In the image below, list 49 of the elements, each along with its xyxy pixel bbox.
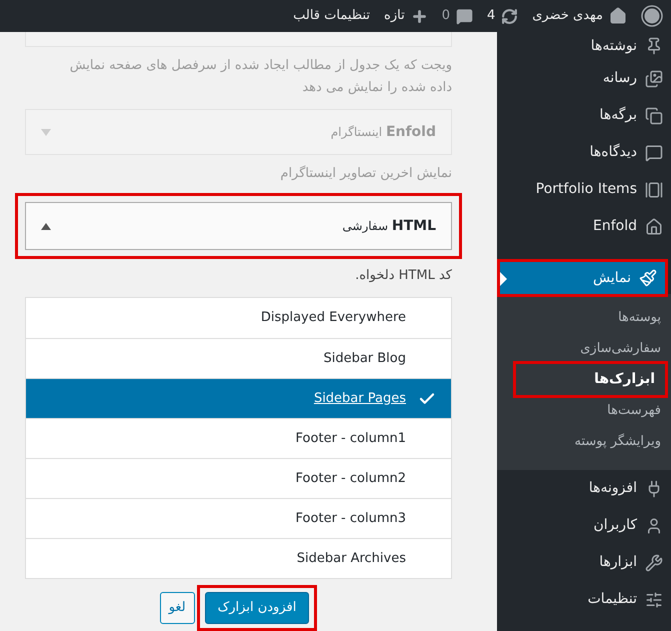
sidebar-option[interactable]: Sidebar Pages — [26, 378, 451, 418]
widget-description: کد HTML دلخواه. — [354, 267, 452, 285]
menu-item[interactable]: Portfolio Items — [497, 171, 671, 208]
new-link[interactable]: تازه — [384, 6, 428, 26]
pin-icon — [645, 37, 663, 55]
home-icon — [609, 7, 627, 25]
sidebar-option[interactable]: Footer - column1 — [26, 418, 451, 458]
menu-item[interactable]: نوشته‌ها — [497, 32, 671, 60]
comments-link[interactable]: 0 — [442, 6, 473, 26]
sliders-icon — [645, 590, 663, 608]
gallery-icon — [645, 180, 663, 198]
add-widget-button[interactable]: افزودن ابزارک — [204, 592, 310, 624]
sidebar-option[interactable]: Footer - column3 — [26, 498, 451, 538]
menu-item[interactable]: نمایش — [500, 262, 665, 294]
submenu-item[interactable]: فهرست‌ها — [497, 395, 671, 426]
sidebar-option[interactable]: Footer - column2 — [26, 458, 451, 498]
menu-item[interactable]: افزونه‌ها — [497, 470, 671, 507]
comment-icon — [456, 8, 473, 24]
menu-item[interactable]: رسانه — [497, 60, 671, 97]
comment-icon — [645, 144, 663, 162]
submenu-item[interactable]: ابزارک‌ها — [516, 364, 665, 395]
logo-icon[interactable] — [641, 5, 663, 27]
cancel-button[interactable]: لغو — [160, 592, 195, 624]
menu-item[interactable]: برگه‌ها — [497, 97, 671, 134]
user-icon — [645, 516, 663, 534]
widget-description: ویجت که یک جدول از مطالب ایجاد شده از سرفصل های صفحه نمایش داده شده را نمایش می دهد — [68, 57, 452, 98]
home-icon — [645, 218, 663, 236]
submenu-item[interactable]: پوسته‌ها — [497, 302, 671, 333]
menu-item[interactable]: دیدگاه‌ها — [497, 134, 671, 171]
widget-description: نمایش اخرین تصاویر اینستاگرام — [279, 164, 452, 183]
caret-up-icon — [41, 222, 51, 230]
menu-item[interactable]: Enfold — [497, 208, 671, 245]
paintbrush-icon — [639, 269, 657, 287]
menu-item[interactable]: تنظیمات — [497, 581, 671, 618]
customize-link[interactable]: تنظیمات قالب — [293, 6, 370, 26]
submenu-item[interactable]: ویرایشگر پوسته — [497, 426, 671, 457]
caret-down-icon — [41, 128, 51, 136]
site-link[interactable]: مهدی خضری — [532, 6, 627, 26]
sidebar-option[interactable]: Sidebar Archives — [26, 538, 451, 578]
media-icon — [645, 70, 663, 88]
pages-icon — [645, 106, 663, 124]
menu-item[interactable]: کاربران — [497, 507, 671, 544]
menu-item[interactable]: ابزارها — [497, 544, 671, 581]
sidebar-option[interactable]: Displayed Everywhere — [26, 298, 451, 338]
refresh-icon — [501, 8, 518, 24]
wrench-icon — [645, 554, 663, 572]
submenu-item[interactable]: سفارشی‌سازی — [497, 333, 671, 364]
updates-link[interactable]: 4 — [486, 6, 518, 26]
plus-icon — [410, 8, 428, 24]
